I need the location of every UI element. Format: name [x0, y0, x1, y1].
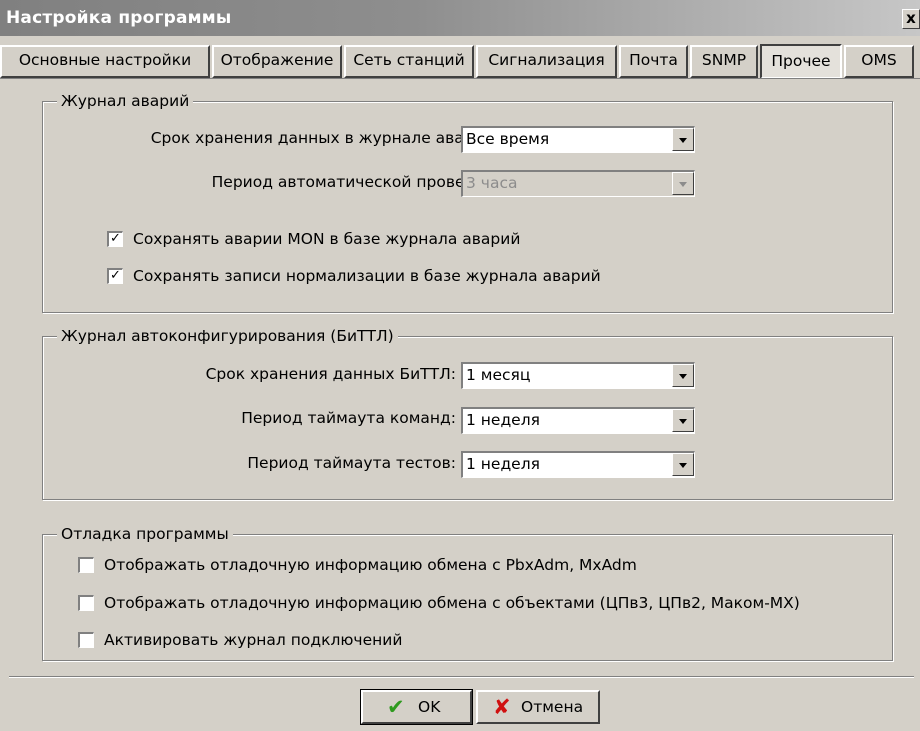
tab-alarms[interactable]: Сигнализация — [476, 45, 617, 78]
command-timeout-value: 1 неделя — [466, 411, 540, 429]
close-icon: x — [906, 9, 916, 27]
command-timeout-dropdown-button[interactable] — [672, 409, 694, 432]
ok-button-label: OK — [418, 698, 441, 716]
chevron-down-icon — [679, 374, 687, 379]
chevron-down-icon — [679, 182, 687, 187]
window-title: Настройка программы — [6, 8, 232, 28]
bottom-separator — [9, 676, 914, 678]
alarm-retention-label: Срок хранения данных в журнале аварий: — [150, 129, 499, 147]
save-normalization-label: Сохранять записи нормализации в базе жур… — [133, 267, 601, 285]
tab-strip: Основные настройки Отображение Сеть стан… — [0, 42, 920, 79]
cancel-button-label: Отмена — [521, 698, 584, 716]
debug-legend: Отладка программы — [57, 524, 233, 544]
tab-snmp[interactable]: SNMP — [690, 45, 758, 78]
title-bar[interactable]: Настройка программы x — [0, 0, 920, 36]
tab-main-settings[interactable]: Основные настройки — [0, 45, 210, 78]
debug-objects-label: Отображать отладочную информацию обмена … — [104, 594, 800, 612]
settings-dialog: Настройка программы x Основные настройки… — [0, 0, 920, 731]
bittl-retention-value: 1 месяц — [466, 366, 531, 384]
tab-display[interactable]: Отображение — [212, 45, 342, 78]
check-icon: ✔ — [387, 695, 405, 719]
tab-station-network[interactable]: Сеть станций — [344, 45, 474, 78]
bittl-retention-label: Срок хранения данных БиТТЛ: — [205, 365, 456, 383]
alarm-log-legend: Журнал аварий — [57, 91, 194, 111]
chevron-down-icon — [679, 463, 687, 468]
checkbox-box[interactable] — [78, 557, 94, 573]
chevron-down-icon — [679, 419, 687, 424]
alarm-retention-select[interactable]: Все время — [461, 126, 695, 153]
test-timeout-dropdown-button[interactable] — [672, 453, 694, 476]
ok-button[interactable]: ✔ OK — [360, 689, 473, 725]
auto-check-period-select: 3 часа — [461, 170, 695, 197]
tab-oms[interactable]: OMS — [844, 45, 914, 78]
autoconf-log-group: Журнал автоконфигурирования (БиТТЛ) Срок… — [42, 326, 893, 500]
debug-pbx-label: Отображать отладочную информацию обмена … — [104, 556, 637, 574]
test-timeout-label: Период таймаута тестов: — [247, 454, 456, 472]
auto-check-period-value: 3 часа — [466, 174, 518, 192]
checkbox-box[interactable] — [78, 595, 94, 611]
auto-check-period-label: Период автоматической проверки: — [211, 173, 499, 191]
tab-page-border — [0, 78, 920, 79]
cancel-button[interactable]: ✘ Отмена — [476, 690, 600, 724]
save-mon-alarms-label: Сохранять аварии MON в базе журнала авар… — [133, 230, 521, 248]
autoconf-log-legend: Журнал автоконфигурирования (БиТТЛ) — [57, 326, 398, 346]
command-timeout-select[interactable]: 1 неделя — [461, 407, 695, 434]
debug-group: Отладка программы Отображать отладочную … — [42, 524, 893, 661]
checkbox-box[interactable] — [78, 632, 94, 648]
alarm-retention-dropdown-button[interactable] — [672, 128, 694, 151]
bittl-retention-dropdown-button[interactable] — [672, 364, 694, 387]
tab-other[interactable]: Прочее — [760, 44, 842, 79]
command-timeout-label: Период таймаута команд: — [241, 409, 456, 427]
tab-mail[interactable]: Почта — [619, 45, 688, 78]
cross-icon: ✘ — [493, 695, 511, 719]
checkbox-box[interactable]: ✓ — [107, 268, 123, 284]
alarm-log-group: Журнал аварий Срок хранения данных в жур… — [42, 91, 893, 313]
close-button[interactable]: x — [902, 9, 920, 29]
chevron-down-icon — [679, 138, 687, 143]
test-timeout-select[interactable]: 1 неделя — [461, 451, 695, 478]
connection-log-label: Активировать журнал подключений — [104, 631, 403, 649]
checkbox-box[interactable]: ✓ — [107, 231, 123, 247]
bittl-retention-select[interactable]: 1 месяц — [461, 362, 695, 389]
alarm-retention-value: Все время — [466, 130, 550, 148]
auto-check-period-dropdown-button — [672, 172, 694, 195]
test-timeout-value: 1 неделя — [466, 455, 540, 473]
